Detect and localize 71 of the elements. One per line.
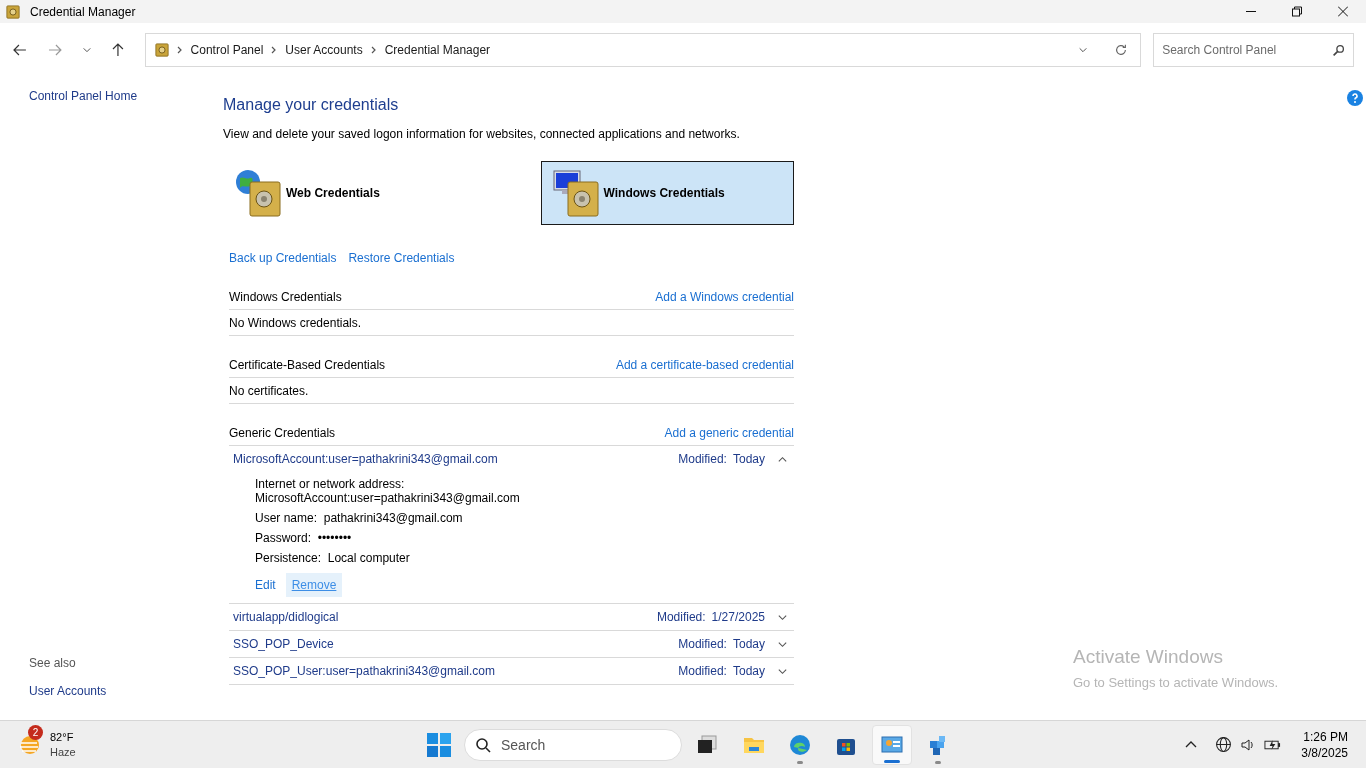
start-button[interactable] bbox=[427, 733, 451, 757]
swirl-icon bbox=[788, 733, 812, 757]
add-credential-link[interactable]: Add a certificate-based credential bbox=[615, 355, 794, 374]
add-credential-link[interactable]: Add a generic credential bbox=[664, 423, 794, 442]
page-heading: Manage your credentials bbox=[223, 95, 400, 115]
credential-action-link[interactable]: Edit bbox=[249, 573, 282, 597]
modified-label: Modified: bbox=[678, 636, 727, 653]
chevron-icon bbox=[370, 46, 377, 54]
breadcrumb-item[interactable]: Credential Manager bbox=[384, 41, 491, 59]
forward-button[interactable] bbox=[46, 42, 63, 58]
action-link[interactable]: Restore Credentials bbox=[348, 249, 455, 267]
globe-icon[interactable] bbox=[1215, 736, 1233, 753]
modified-label: Modified: bbox=[678, 663, 727, 680]
add-credential-link[interactable]: Add a Windows credential bbox=[655, 287, 794, 306]
modified-label: Modified: bbox=[678, 451, 727, 468]
search-box[interactable]: Search Control Panel bbox=[1153, 33, 1354, 67]
back-button[interactable] bbox=[12, 42, 28, 58]
credential-row[interactable]: MicrosoftAccount:user=pathakrini343@gmail.com Modified: Today bbox=[229, 446, 794, 472]
credential-name: SSO_POP_User:user=pathakrini343@gmail.com bbox=[233, 663, 495, 680]
address-bar[interactable]: Control Panel User Accounts Credential Manager bbox=[144, 33, 1142, 67]
detail-text: Persistence: Local computer bbox=[255, 551, 411, 565]
breadcrumb-item[interactable]: Control Panel bbox=[190, 41, 264, 59]
credential-row[interactable]: SSO_POP_User:user=pathakrini343@gmail.com Modified: Today bbox=[229, 658, 794, 684]
section-title: Certificate-Based Credentials bbox=[229, 356, 386, 374]
modified-date: 1/27/2025 bbox=[711, 609, 765, 626]
temperature: 82°F bbox=[50, 729, 75, 745]
dropdown-button[interactable] bbox=[1078, 45, 1089, 55]
modified-date: Today bbox=[732, 636, 765, 653]
credential-name: virtualapp/didlogical bbox=[233, 609, 339, 626]
weather-condition: Haze bbox=[50, 744, 76, 760]
notification-badge: 2 bbox=[28, 724, 43, 740]
refresh-button[interactable] bbox=[1114, 43, 1129, 57]
breadcrumb-item[interactable]: User Accounts bbox=[285, 41, 363, 59]
see-also-label: See also bbox=[29, 655, 77, 672]
action-link[interactable]: Back up Credentials bbox=[229, 249, 337, 267]
section-title: Windows Credentials bbox=[229, 288, 342, 306]
chevron-icon bbox=[176, 46, 183, 54]
modified-date: Today bbox=[732, 451, 765, 468]
recent-locations-button[interactable] bbox=[81, 45, 92, 55]
credential-type-tab[interactable]: Windows Credentials bbox=[540, 161, 794, 225]
control-panel-home-link[interactable]: Control Panel Home bbox=[29, 87, 223, 105]
search-field[interactable]: Search Control Panel bbox=[1162, 34, 1332, 66]
detail-text: Password: •••••••• bbox=[255, 531, 353, 545]
activation-subtitle: Go to Settings to activate Windows. bbox=[1073, 673, 1279, 692]
monitor-safe-icon bbox=[551, 168, 602, 218]
sidebar-link[interactable]: User Accounts bbox=[29, 682, 223, 700]
activation-title: Activate Windows bbox=[1073, 645, 1224, 669]
window-title: Credential Manager bbox=[30, 3, 136, 21]
detail-text: Internet or network address: MicrosoftAccount:user=pathakrini343@gmail.com bbox=[255, 477, 521, 505]
search-icon bbox=[475, 737, 491, 753]
section-title: Generic Credentials bbox=[229, 424, 336, 442]
credential-row[interactable]: SSO_POP_Device Modified: Today bbox=[229, 631, 794, 657]
taskbar-search-field[interactable]: Search bbox=[501, 730, 671, 760]
empty-message: No certificates. bbox=[229, 382, 309, 400]
page-description: View and delete your saved logon information for websites, connected applications and networks. bbox=[223, 126, 741, 143]
modified-label: Modified: bbox=[656, 609, 706, 626]
taskbar-search-box[interactable]: Search bbox=[464, 729, 682, 761]
help-button[interactable] bbox=[1347, 90, 1363, 106]
search-icon bbox=[1332, 43, 1345, 57]
detail-text: User name: pathakrini343@gmail.com bbox=[255, 511, 464, 525]
credential-name: SSO_POP_Device bbox=[233, 636, 334, 653]
modified-date: Today bbox=[732, 663, 765, 680]
empty-message: No Windows credentials. bbox=[229, 314, 362, 332]
globe-safe-icon bbox=[234, 168, 284, 218]
chevron-icon bbox=[271, 46, 278, 54]
credential-name: MicrosoftAccount:user=pathakrini343@gmail.com bbox=[233, 451, 498, 468]
credential-row[interactable]: virtualapp/didlogical Modified: 1/27/2025 bbox=[229, 604, 794, 630]
clock[interactable]: 1:26 PM 3/8/2025 bbox=[1301, 728, 1348, 761]
credential-type-tab[interactable]: Web Credentials bbox=[223, 161, 477, 225]
battery-icon[interactable] bbox=[1264, 737, 1282, 752]
app-icon bbox=[6, 4, 20, 19]
